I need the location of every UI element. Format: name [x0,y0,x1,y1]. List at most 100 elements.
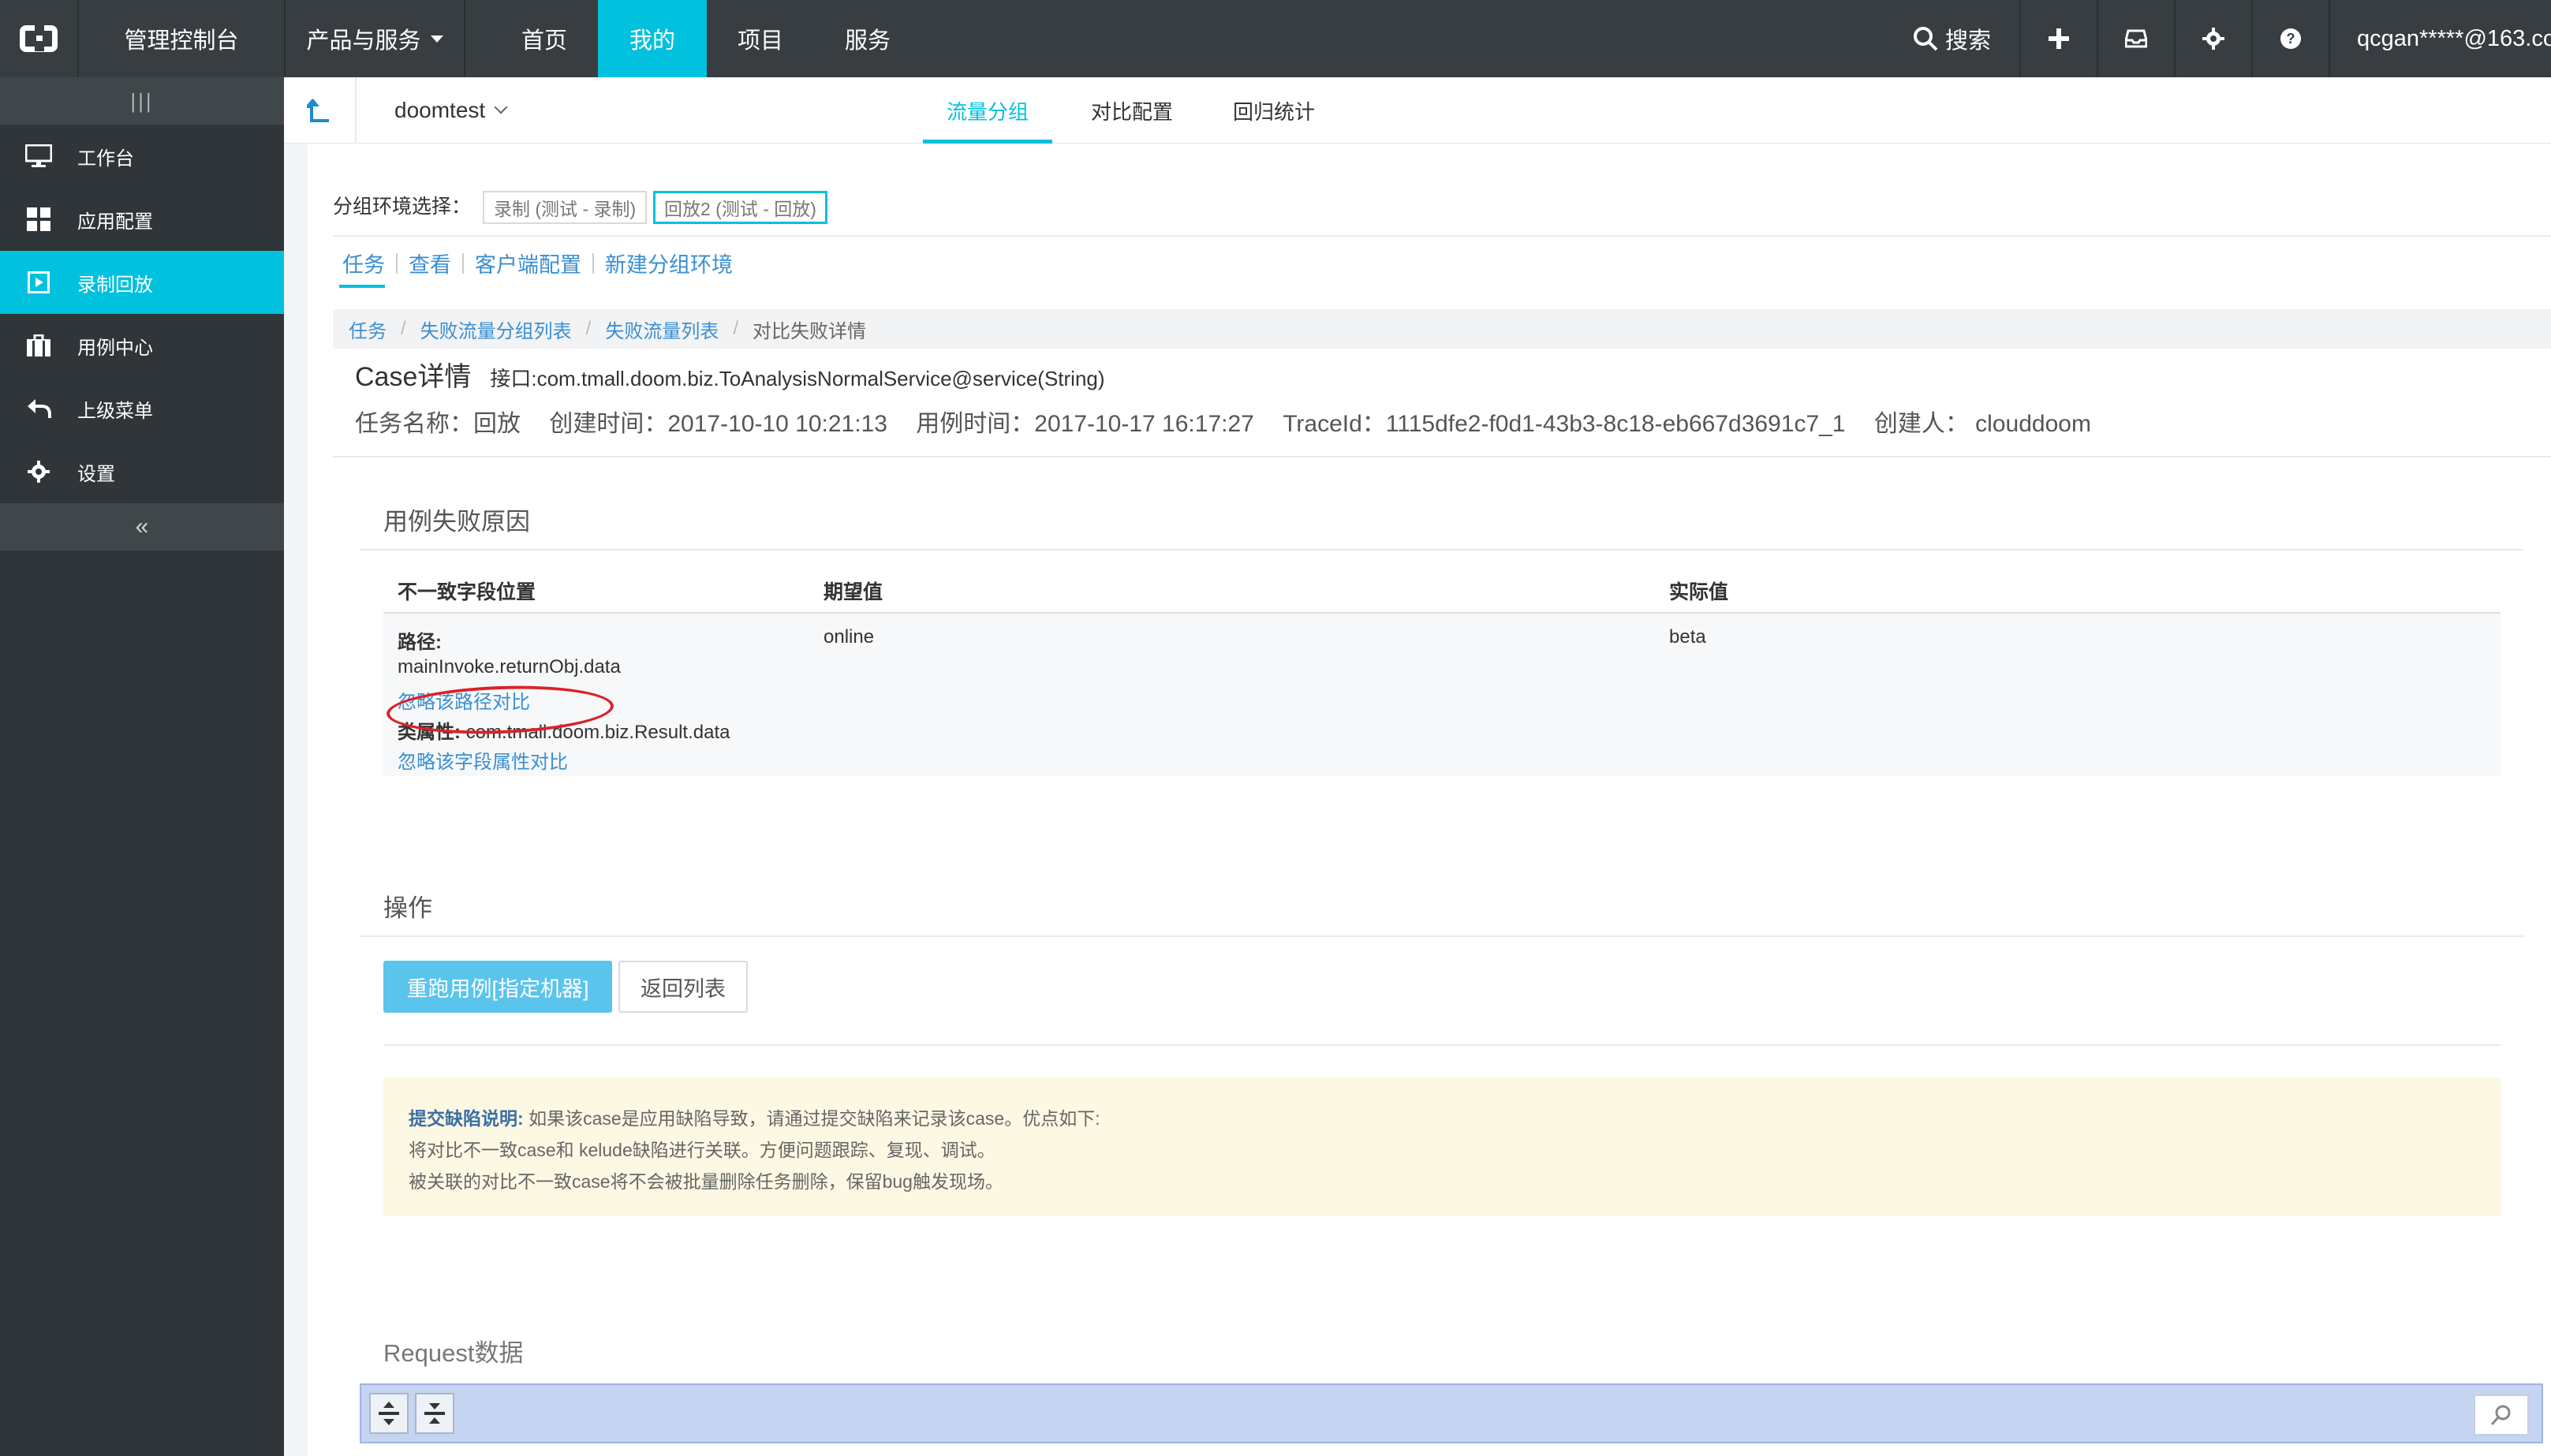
notice-title: 提交缺陷说明: [409,1108,524,1129]
breadcrumb-current: 对比失败详情 [753,320,867,342]
breadcrumb-separator: / [733,318,739,339]
sidebar-item-label: 应用配置 [77,211,153,233]
sidebar-toggle[interactable]: ||| [0,77,284,125]
nav-projects[interactable]: 项目 [713,0,808,77]
aliyun-logo[interactable] [0,0,77,77]
failure-table: 不一致字段位置 期望值 实际值 路径: mainInvoke.returnObj… [383,569,2501,776]
divider [333,235,2551,237]
breadcrumb-separator: / [401,318,406,339]
divider [464,0,465,77]
divider [360,935,2524,937]
divider [396,252,398,274]
breadcrumb-failed-traffic[interactable]: 失败流量列表 [605,315,719,343]
breadcrumb-failed-groups[interactable]: 失败流量分组列表 [420,315,572,343]
nav-home[interactable]: 首页 [497,0,592,77]
search-button[interactable]: 搜索 [1888,0,2015,77]
user-email: qcgan*****@163.co [2357,25,2551,51]
svg-text:?: ? [2287,31,2295,47]
task-tablinks: 任务 查看 客户端配置 新建分组环境 [336,248,739,288]
ignore-field-link[interactable]: 忽略该字段属性对比 [398,746,568,774]
back-up-arrow-icon [307,99,329,122]
case-time: 用例时间：2017-10-17 16:17:27 [916,411,1254,437]
sidebar-collapse-button[interactable]: « [0,503,284,551]
gear-icon [2202,28,2224,50]
created-time: 创建时间：2017-10-10 10:21:13 [549,411,887,437]
gear-icon [25,458,52,485]
app-root: 管理控制台 产品与服务 首页 我的 项目 服务 搜索 ? qcgan*****@… [0,0,2551,1456]
tab-compare-config[interactable]: 对比配置 [1073,77,1191,144]
collapse-icon [424,1403,445,1424]
expand-all-button[interactable] [369,1393,409,1434]
console-link[interactable]: 管理控制台 [79,0,284,77]
hamburger-icon: ||| [130,88,154,113]
table-row: 路径: mainInvoke.returnObj.data 忽略该路径对比 类属… [383,614,2501,776]
content-panel: 分组环境选择： 录制 (测试 - 录制) 回放2 (测试 - 回放) 任务 查看… [308,144,2551,1456]
breadcrumb-task[interactable]: 任务 [349,315,387,343]
env-option-replay[interactable]: 回放2 (测试 - 回放) [653,191,827,224]
rerun-case-button[interactable]: 重跑用例[指定机器] [383,961,612,1013]
back-to-list-button[interactable]: 返回列表 [618,961,748,1013]
breadcrumb-separator: / [585,318,592,339]
tab-traffic-group[interactable]: 流量分组 [923,77,1052,144]
divider [333,456,2551,457]
expand-icon [379,1402,399,1425]
tablink-client-config[interactable]: 客户端配置 [469,248,588,278]
divider [383,1044,2501,1046]
products-label: 产品与服务 [306,28,421,54]
nav-mine-label: 我的 [629,28,675,54]
nav-services[interactable]: 服务 [820,0,915,77]
tab-label: 回归统计 [1232,99,1315,124]
notice-line-2: 将对比不一致case和 kelude缺陷进行关联。方便问题跟踪、复现、调试。 [409,1140,995,1160]
caret-down-icon [430,35,443,43]
tab-regression-stats[interactable]: 回归统计 [1215,77,1333,144]
inbox-button[interactable] [2098,0,2174,77]
user-account[interactable]: qcgan*****@163.co [2330,0,2551,77]
search-icon [1913,27,1938,51]
json-search-input[interactable] [2474,1394,2529,1435]
creator: 创建人： clouddoom [1873,411,2091,437]
grid-icon [25,206,52,233]
notice-line-1: 提交缺陷说明: 如果该case是应用缺陷导致，请通过提交缺陷来记录该case。优… [409,1103,2475,1134]
sidebar-item-app-config[interactable]: 应用配置 [0,188,284,251]
failure-section-title: 用例失败原因 [383,508,530,536]
sidebar-item-settings[interactable]: 设置 [0,440,284,503]
page-title: Case详情 [355,362,472,392]
console-label: 管理控制台 [124,28,239,54]
top-navbar: 管理控制台 产品与服务 首页 我的 项目 服务 搜索 ? qcgan*****@… [0,0,2551,77]
chevron-down-icon [494,100,508,114]
sidebar-item-case-center[interactable]: 用例中心 [0,314,284,377]
products-dropdown[interactable]: 产品与服务 [286,0,464,77]
briefcase-icon [25,332,52,359]
double-chevron-left-icon: « [135,513,149,539]
nav-services-label: 服务 [844,28,891,54]
plus-icon [2049,28,2069,49]
sidebar-item-parent-menu[interactable]: 上级菜单 [0,377,284,440]
tablink-view[interactable]: 查看 [402,248,458,278]
sidebar-item-workbench[interactable]: 工作台 [0,125,284,188]
ops-section-title: 操作 [383,894,432,922]
collapse-all-button[interactable] [415,1393,454,1434]
project-selector[interactable]: doomtest [394,77,508,144]
add-button[interactable] [2021,0,2097,77]
notice-line-3: 被关联的对比不一致case将不会被批量删除任务删除，保留bug触发现场。 [409,1171,1003,1192]
divider [355,77,357,144]
help-button[interactable]: ? [2253,0,2329,77]
search-label: 搜索 [1944,28,1991,54]
settings-button[interactable] [2176,0,2251,77]
back-button[interactable] [301,93,336,128]
logo-icon [20,24,58,52]
tablink-new-env[interactable]: 新建分组环境 [599,248,739,278]
nav-projects-label: 项目 [737,28,783,54]
monitor-icon [25,143,52,170]
divider [462,252,464,274]
inbox-icon [2125,29,2147,48]
search-icon [2490,1405,2511,1425]
case-interface: 接口:com.tmall.doom.biz.ToAnalysisNormalSe… [490,367,1105,390]
sidebar-item-label: 工作台 [77,147,134,170]
nav-mine[interactable]: 我的 [598,0,707,77]
env-option-record[interactable]: 录制 (测试 - 录制) [483,191,648,224]
tablink-task[interactable]: 任务 [336,248,391,288]
path-label: 路径: [398,632,442,653]
sidebar-item-record-replay[interactable]: 录制回放 [0,251,284,314]
divider [592,252,594,274]
